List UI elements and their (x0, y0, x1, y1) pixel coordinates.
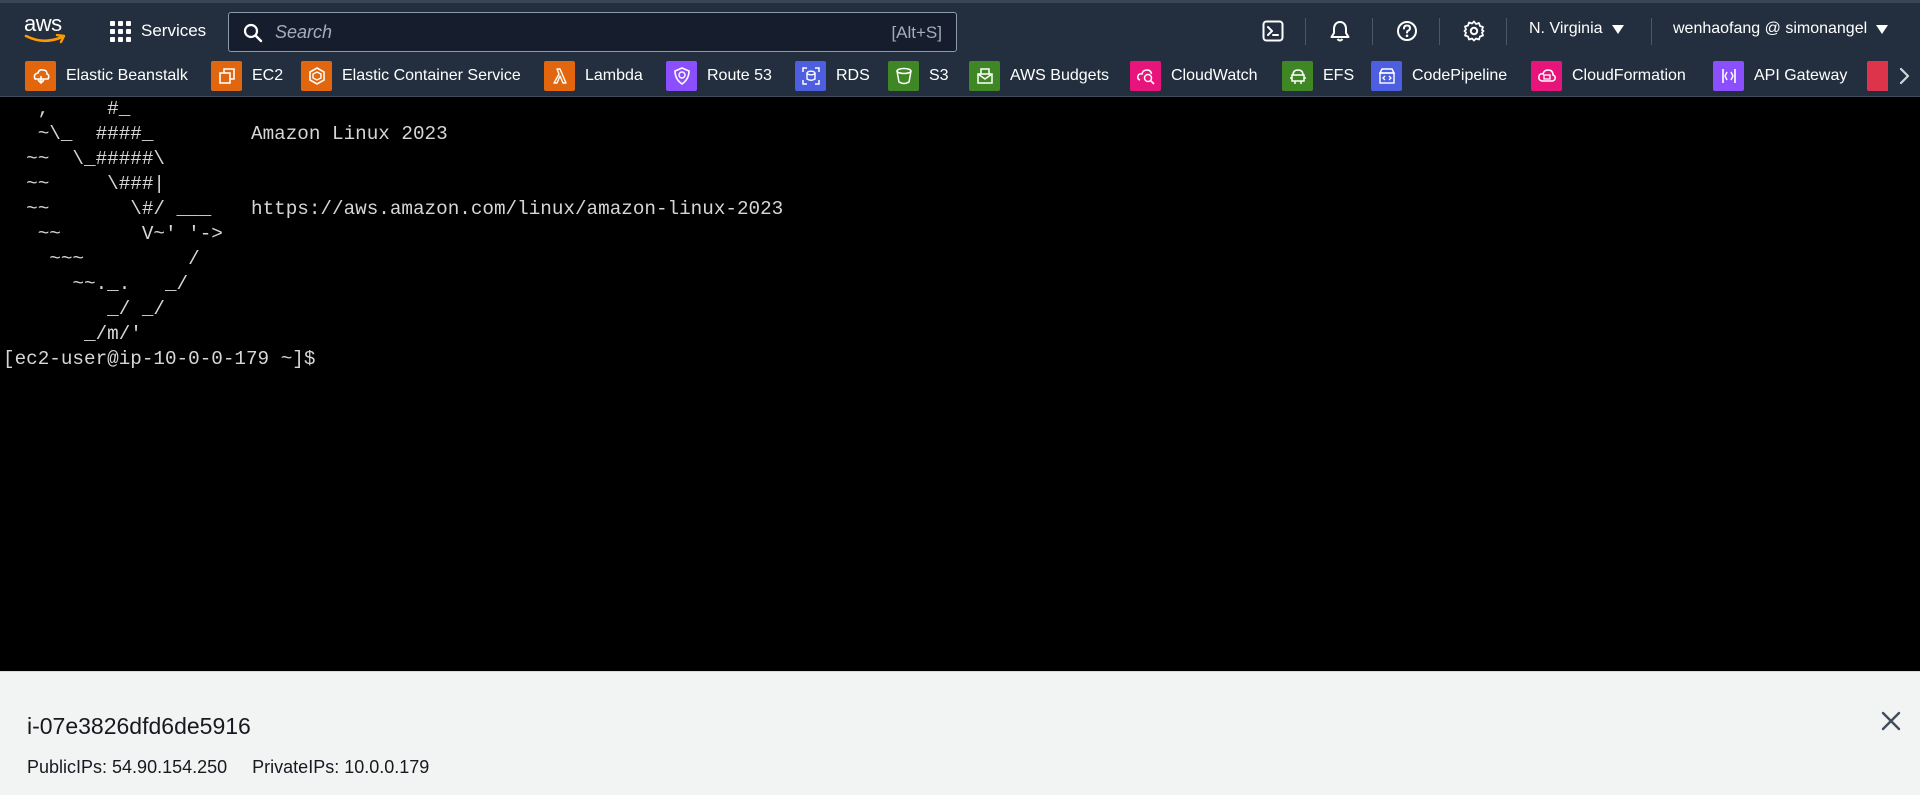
top-navigation-bar: aws Services [Alt+S] (0, 0, 1920, 55)
favorite-label: RDS (836, 67, 870, 84)
ascii-art-line: ~~ \_#####\ (3, 148, 165, 170)
ascii-art-line: , #_ (3, 98, 131, 120)
close-button[interactable] (1879, 709, 1903, 733)
codepipeline-icon (1371, 61, 1402, 91)
notifications-button[interactable] (1326, 17, 1354, 45)
favorite-rds[interactable]: RDS (795, 61, 870, 91)
grid-icon (110, 20, 131, 42)
cloudwatch-icon (1130, 61, 1161, 91)
ascii-art-line: _/ _/ (3, 298, 165, 320)
search-input[interactable] (275, 19, 835, 45)
favorite-codepipeline[interactable]: CodePipeline (1371, 61, 1507, 91)
search-shortcut-hint: [Alt+S] (891, 23, 942, 42)
favorite-label: Route 53 (707, 67, 772, 84)
favorite-label: CloudFormation (1572, 67, 1686, 84)
nav-divider (1439, 18, 1440, 45)
search-icon (243, 23, 263, 43)
favorite-label: S3 (929, 67, 949, 84)
terminal-window[interactable]: , #_ ~\_ ####_ ~~ \_#####\ ~~ \###| ~~ \… (0, 97, 1920, 671)
ec2-icon (211, 61, 242, 91)
rds-icon (795, 61, 826, 91)
account-menu[interactable]: wenhaofang @ simonangel (1673, 20, 1889, 38)
help-button[interactable] (1393, 17, 1421, 45)
ascii-art-line: ~\_ ####_ (3, 123, 154, 145)
ecs-icon (301, 61, 332, 91)
ascii-art-line: ~~~ / (3, 248, 200, 270)
favorite-label: AWS Budgets (1010, 67, 1110, 84)
favorite-label: Lambda (585, 67, 643, 84)
favorite-label: EFS (1323, 67, 1355, 84)
ascii-art-line: ~~ \###| (3, 173, 165, 195)
favorite-label: Elastic Beanstalk (66, 67, 188, 84)
instance-info-panel: i-07e3826dfd6de5916 PublicIPs: 54.90.154… (0, 671, 1920, 795)
favorite-efs[interactable]: EFS (1282, 61, 1354, 91)
instance-ip-info: PublicIPs: 54.90.154.250 PrivateIPs: 10.… (27, 757, 429, 778)
favorite-elastic-beanstalk[interactable]: Elastic Beanstalk (25, 61, 188, 91)
close-icon (1881, 711, 1901, 731)
favorite-cloudwatch[interactable]: CloudWatch (1130, 61, 1258, 91)
favorites-bar: Elastic Beanstalk EC2 Elastic Container … (0, 55, 1920, 97)
favorite-label: Elastic Container Service (342, 67, 521, 84)
os-banner-url: https://aws.amazon.com/linux/amazon-linu… (251, 198, 784, 220)
aws-logo[interactable]: aws (24, 11, 70, 44)
favorite-label: EC2 (252, 67, 284, 84)
nav-divider (1305, 18, 1306, 45)
efs-icon (1282, 61, 1313, 91)
favorite-api-gateway[interactable]: API Gateway (1713, 61, 1847, 91)
public-ips: PublicIPs: 54.90.154.250 (27, 757, 228, 777)
favorite-s3[interactable]: S3 (888, 61, 949, 91)
help-icon (1397, 21, 1417, 41)
settings-button[interactable] (1460, 17, 1488, 45)
ascii-art-line: ~~._. _/ (3, 273, 189, 295)
ascii-art-line: ~~ V~' '-> (3, 223, 223, 245)
region-selector[interactable]: N. Virginia (1529, 20, 1624, 38)
s3-icon (888, 61, 919, 91)
private-ips: PrivateIPs: 10.0.0.179 (252, 757, 430, 777)
ascii-art-line: _/m/' (3, 323, 142, 345)
nav-divider (1372, 18, 1373, 45)
favorite-lambda[interactable]: Lambda (544, 61, 643, 91)
cloudformation-icon (1531, 61, 1562, 91)
favorite-route-53[interactable]: Route 53 (666, 61, 772, 91)
gear-icon (1463, 20, 1485, 42)
search-box[interactable]: [Alt+S] (228, 12, 957, 52)
favorite-ec2[interactable]: EC2 (211, 61, 283, 91)
favorites-scroll-right-button[interactable] (1888, 55, 1920, 96)
api-gateway-icon (1713, 61, 1744, 91)
favorite-cloudformation[interactable]: CloudFormation (1531, 61, 1686, 91)
aws-smile-icon (24, 34, 66, 44)
route-53-icon (666, 61, 697, 91)
nav-divider (1506, 18, 1507, 45)
ascii-art-line: ~~ \#/ ___ (3, 198, 212, 220)
instance-id: i-07e3826dfd6de5916 (27, 713, 251, 739)
favorite-elastic-container-service[interactable]: Elastic Container Service (301, 61, 521, 91)
favorite-label: API Gateway (1754, 67, 1848, 84)
chevron-right-icon (1899, 67, 1910, 85)
os-banner-title: Amazon Linux 2023 (251, 123, 448, 145)
caret-down-icon (1611, 24, 1624, 34)
shell-prompt: [ec2-user@ip-10-0-0-179 ~]$ (3, 348, 316, 370)
services-menu-button[interactable]: Services (110, 17, 206, 45)
budgets-icon (969, 61, 1000, 91)
cloudshell-button[interactable] (1259, 17, 1287, 45)
favorite-label: CodePipeline (1412, 67, 1508, 84)
services-label: Services (141, 21, 207, 40)
aws-logo-text: aws (24, 11, 62, 36)
favorite-label: CloudWatch (1171, 67, 1258, 84)
favorite-aws-budgets[interactable]: AWS Budgets (969, 61, 1109, 91)
account-label: wenhaofang @ simonangel (1673, 20, 1868, 37)
caret-down-icon (1876, 24, 1889, 34)
bell-icon (1330, 21, 1350, 42)
region-label: N. Virginia (1529, 20, 1603, 37)
cloudshell-icon (1262, 20, 1284, 42)
nav-divider (1651, 18, 1652, 45)
elastic-beanstalk-icon (25, 61, 56, 91)
lambda-icon (544, 61, 575, 91)
